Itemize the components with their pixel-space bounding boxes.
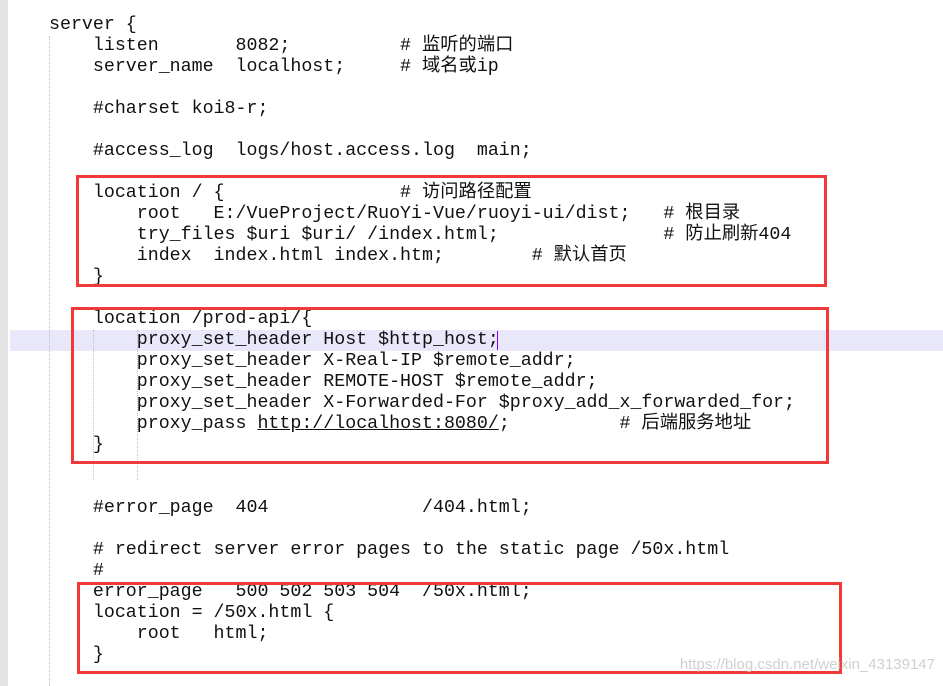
editor-gutter (0, 0, 8, 686)
code-line: # redirect server error pages to the sta… (49, 540, 730, 560)
code-line: listen 8082; # 监听的端口 (49, 36, 514, 56)
code-line: server { (49, 15, 137, 35)
annotation-box-location-root (76, 175, 827, 287)
watermark: https://blog.csdn.net/weixin_43139147 (679, 656, 935, 673)
code-line: # (49, 561, 104, 581)
annotation-box-location-prod-api (71, 307, 829, 464)
code-line: #access_log logs/host.access.log main; (49, 141, 532, 161)
code-line: server_name localhost; # 域名或ip (49, 57, 499, 77)
code-line: #error_page 404 /404.html; (49, 498, 532, 518)
code-line: #charset koi8-r; (49, 99, 269, 119)
